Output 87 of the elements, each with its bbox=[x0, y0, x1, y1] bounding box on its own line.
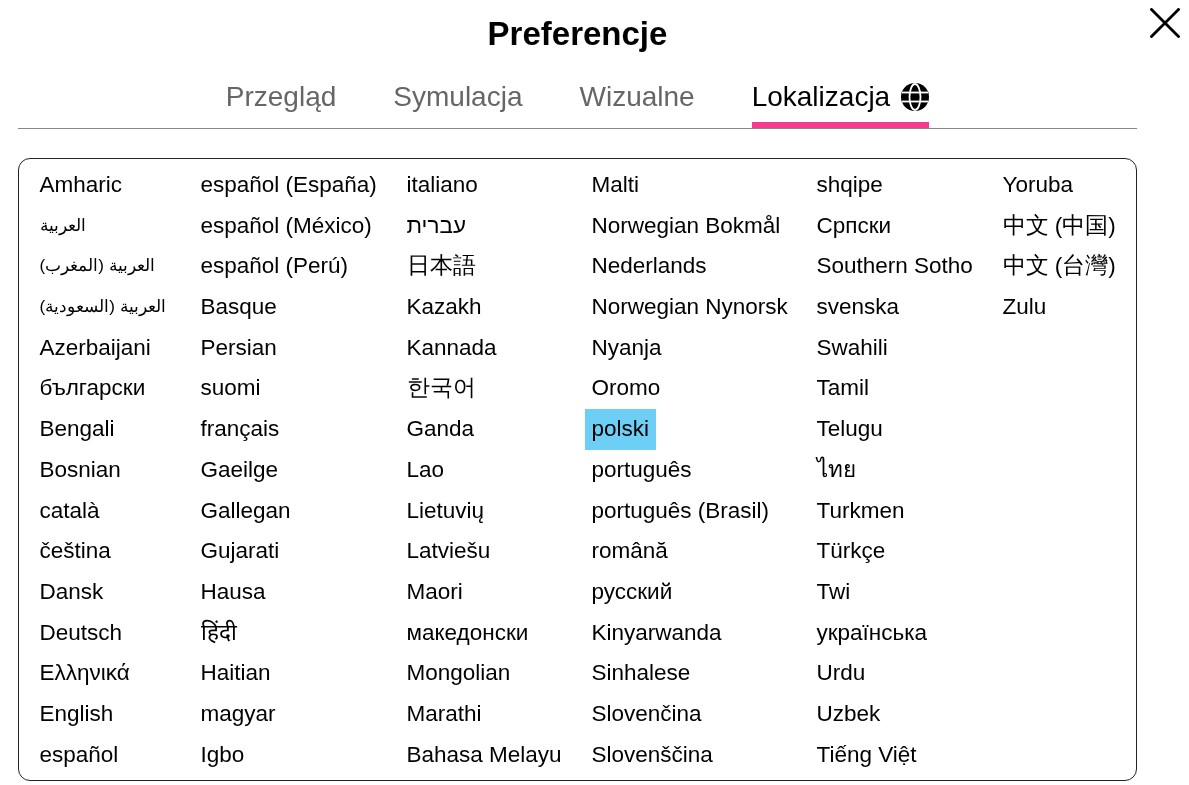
language-option[interactable]: Lietuvių bbox=[399, 490, 492, 532]
language-option[interactable]: Twi bbox=[809, 571, 858, 613]
language-option[interactable]: italiano bbox=[399, 165, 485, 206]
language-option[interactable]: Sinhalese bbox=[584, 653, 698, 694]
language-option[interactable]: English bbox=[32, 693, 121, 735]
language-option[interactable]: português (Brasil) bbox=[584, 490, 777, 532]
language-option[interactable]: español (Perú) bbox=[193, 246, 356, 288]
language-option[interactable]: Latviešu bbox=[399, 531, 498, 572]
language-option[interactable]: Gaeilge bbox=[193, 449, 286, 491]
language-option[interactable]: العربية (السعودية) bbox=[32, 287, 173, 328]
language-option[interactable]: svenska bbox=[809, 287, 907, 328]
language-option[interactable]: Turkmen bbox=[809, 490, 912, 532]
language-option[interactable]: čeština bbox=[32, 531, 118, 572]
language-option[interactable]: Zulu bbox=[995, 287, 1054, 328]
language-option[interactable]: Yoruba bbox=[995, 165, 1080, 206]
language-option[interactable]: Telugu bbox=[809, 409, 890, 450]
language-option[interactable]: Bengali bbox=[32, 409, 122, 450]
language-option[interactable]: Ελληνικά bbox=[32, 653, 137, 694]
language-option[interactable]: Azerbaijani bbox=[32, 327, 158, 369]
language-option[interactable]: Türkçe bbox=[809, 531, 893, 572]
language-option[interactable]: Gallegan bbox=[193, 490, 298, 532]
language-option[interactable]: Norwegian Bokmål bbox=[584, 205, 788, 247]
language-option[interactable]: Bahasa Melayu bbox=[399, 734, 569, 776]
language-option[interactable]: Swahili bbox=[809, 327, 895, 369]
language-option[interactable]: suomi bbox=[193, 368, 268, 410]
language-option[interactable]: 日本語 bbox=[399, 246, 483, 288]
language-option[interactable]: português bbox=[584, 449, 699, 491]
language-option[interactable]: Tamil bbox=[809, 368, 876, 410]
language-option[interactable]: العربية (المغرب) bbox=[32, 246, 162, 288]
language-option[interactable]: Ganda bbox=[399, 409, 482, 450]
dialog-title: Preferencje bbox=[487, 14, 668, 54]
language-option[interactable]: Urdu bbox=[809, 653, 873, 694]
language-option[interactable]: shqipe bbox=[809, 165, 890, 206]
language-option[interactable]: Kinyarwanda bbox=[584, 612, 729, 654]
language-option[interactable]: Bosnian bbox=[32, 449, 128, 491]
language-option[interactable]: Mongolian bbox=[399, 653, 518, 694]
language-option[interactable]: Hausa bbox=[193, 571, 273, 613]
language-option[interactable]: русский bbox=[584, 571, 680, 613]
globe-icon bbox=[901, 83, 930, 111]
language-option[interactable]: français bbox=[193, 409, 287, 450]
language-option[interactable]: Lao bbox=[399, 449, 452, 491]
language-option[interactable]: Slovenščina bbox=[584, 734, 720, 776]
language-option[interactable]: українська bbox=[809, 612, 935, 654]
language-option[interactable]: 한국어 bbox=[399, 368, 483, 410]
language-option[interactable]: magyar bbox=[193, 693, 283, 735]
language-option[interactable]: Dansk bbox=[32, 571, 111, 613]
close-button[interactable] bbox=[1150, 8, 1180, 38]
language-option[interactable]: Maori bbox=[399, 571, 470, 613]
language-option[interactable]: Amharic bbox=[32, 165, 130, 206]
language-option[interactable]: Kazakh bbox=[399, 287, 489, 328]
language-option[interactable]: हिंदी bbox=[193, 612, 244, 654]
language-option[interactable]: Nederlands bbox=[584, 246, 714, 288]
language-option[interactable]: Malti bbox=[584, 165, 646, 206]
language-option[interactable]: Southern Sotho bbox=[809, 246, 980, 288]
language-option[interactable]: Norwegian Nynorsk bbox=[584, 287, 795, 328]
language-option[interactable]: Српски bbox=[809, 205, 899, 247]
language-option[interactable]: Deutsch bbox=[32, 612, 130, 654]
language-option[interactable]: Uzbek bbox=[809, 693, 888, 735]
language-option[interactable]: català bbox=[32, 490, 107, 532]
language-option[interactable]: Marathi bbox=[399, 693, 489, 735]
language-option[interactable]: Oromo bbox=[584, 368, 668, 410]
language-option[interactable]: 中文 (台灣) bbox=[995, 246, 1123, 288]
language-option[interactable]: Haitian bbox=[193, 653, 278, 694]
language-option[interactable]: العربية bbox=[32, 205, 93, 247]
language-option[interactable]: Nyanja bbox=[584, 327, 669, 369]
language-option[interactable]: polski bbox=[584, 409, 657, 450]
language-option[interactable]: Basque bbox=[193, 287, 284, 328]
language-option[interactable]: Tiếng Việt bbox=[809, 734, 924, 776]
language-option[interactable]: ไทย bbox=[809, 449, 863, 491]
language-option[interactable]: Slovenčina bbox=[584, 693, 709, 735]
language-option[interactable]: español (México) bbox=[193, 205, 379, 247]
language-option[interactable]: español (España) bbox=[193, 165, 384, 206]
language-option[interactable]: Gujarati bbox=[193, 531, 287, 572]
language-option[interactable]: македонски bbox=[399, 612, 536, 654]
tab[interactable]: Przegląd bbox=[225, 80, 337, 128]
language-option[interactable]: română bbox=[584, 531, 675, 572]
language-option[interactable]: español bbox=[32, 734, 126, 776]
language-option[interactable]: Kannada bbox=[399, 327, 504, 369]
language-option[interactable]: Igbo bbox=[193, 734, 252, 776]
tab[interactable]: Symulacja bbox=[393, 80, 523, 128]
tab[interactable]: Wizualne bbox=[579, 80, 695, 128]
tab[interactable]: Lokalizacja bbox=[751, 80, 930, 128]
language-option[interactable]: Persian bbox=[193, 327, 284, 369]
language-option[interactable]: 中文 (中国) bbox=[995, 205, 1123, 247]
language-option[interactable]: עברית bbox=[399, 205, 473, 247]
language-option[interactable]: български bbox=[32, 368, 153, 410]
close-icon bbox=[1150, 8, 1180, 38]
